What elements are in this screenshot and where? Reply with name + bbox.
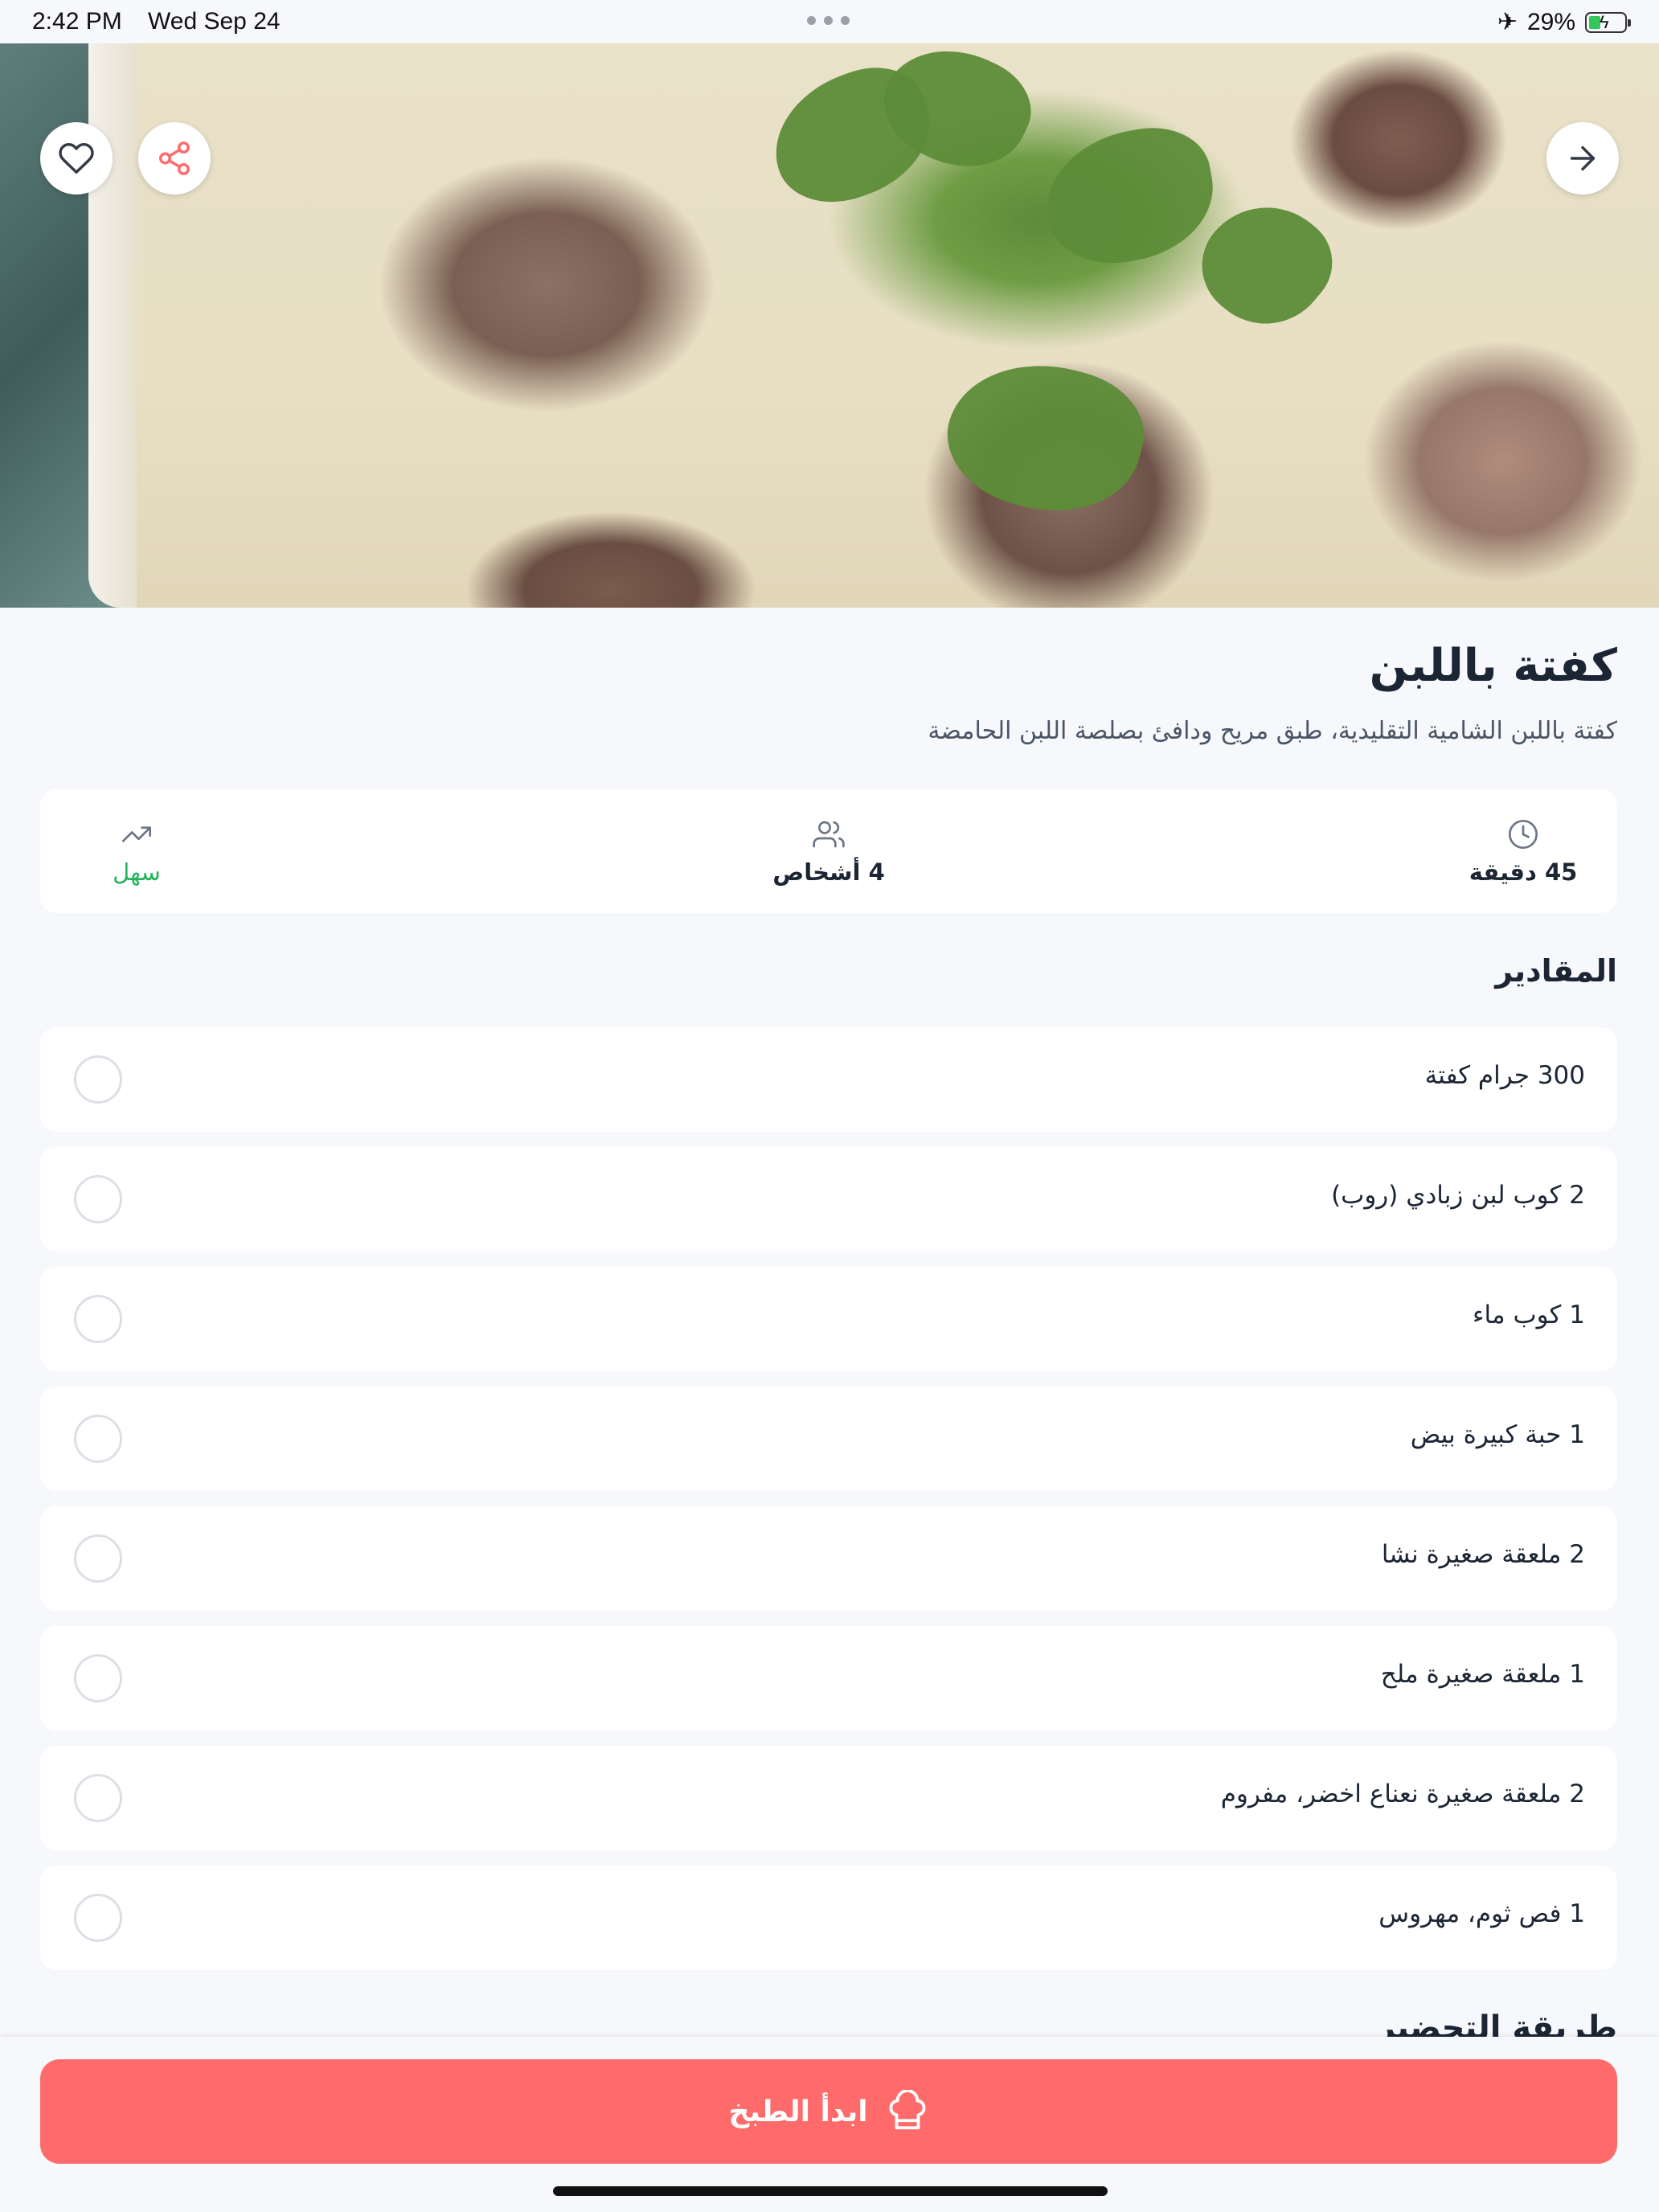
recipe-stats-card: سهل 4 أشخاص 45 دقيقة bbox=[40, 789, 1617, 913]
airplane-icon: ✈ bbox=[1497, 9, 1518, 35]
status-right: ✈ 29% ϟ bbox=[1497, 8, 1631, 36]
multitasking-dots-icon[interactable] bbox=[807, 16, 852, 26]
stat-servings: 4 أشخاص bbox=[708, 818, 949, 886]
ingredients-heading: المقادير bbox=[1495, 953, 1617, 989]
ingredient-text: 1 فص ثوم، مهروس bbox=[1378, 1899, 1585, 1928]
battery-percent: 29% bbox=[1526, 8, 1575, 35]
home-indicator[interactable] bbox=[553, 2186, 1108, 2196]
ingredient-item[interactable]: 300 جرام كفتة bbox=[40, 1027, 1617, 1132]
recipe-hero-image bbox=[0, 43, 1659, 608]
ingredient-checkbox[interactable] bbox=[74, 1295, 122, 1343]
ingredient-item[interactable]: 2 كوب لبن زبادي (روب) bbox=[40, 1147, 1617, 1251]
ingredient-text: 1 حبة كبيرة بيض bbox=[1410, 1420, 1585, 1449]
ingredient-item[interactable]: 1 ملعقة صغيرة ملح bbox=[40, 1626, 1617, 1731]
status-time: 2:42 PM bbox=[32, 8, 122, 35]
bottom-action-bar: ابدأ الطبخ bbox=[0, 2037, 1659, 2212]
ingredient-item[interactable]: 1 فص ثوم، مهروس bbox=[40, 1866, 1617, 1970]
ingredient-text: 300 جرام كفتة bbox=[1424, 1061, 1585, 1090]
ingredient-checkbox[interactable] bbox=[74, 1774, 122, 1822]
start-cooking-label: ابدأ الطبخ bbox=[728, 2095, 868, 2128]
forward-button[interactable] bbox=[1546, 122, 1619, 195]
ingredient-item[interactable]: 2 ملعقة صغيرة نشا bbox=[40, 1506, 1617, 1611]
stat-time-value: 45 دقيقة bbox=[1469, 858, 1578, 886]
battery-icon: ϟ bbox=[1585, 11, 1631, 33]
users-icon bbox=[813, 821, 845, 848]
stat-time: 45 دقيقة bbox=[1403, 818, 1644, 886]
ingredient-item[interactable]: 2 ملعقة صغيرة نعناع اخضر، مفروم bbox=[40, 1746, 1617, 1850]
recipe-description: كفتة باللبن الشامية التقليدية، طبق مريح … bbox=[928, 717, 1617, 745]
clock-icon bbox=[1509, 820, 1538, 849]
stat-difficulty: سهل bbox=[16, 818, 257, 886]
favorite-button[interactable] bbox=[40, 122, 113, 195]
ingredient-text: 2 ملعقة صغيرة نشا bbox=[1381, 1540, 1585, 1569]
ingredient-text: 2 كوب لبن زبادي (روب) bbox=[1331, 1181, 1585, 1210]
ingredient-checkbox[interactable] bbox=[74, 1894, 122, 1942]
status-bar: 2:42 PM Wed Sep 24 ✈ 29% ϟ bbox=[0, 0, 1659, 43]
chef-hat-icon bbox=[889, 2090, 926, 2130]
status-date: Wed Sep 24 bbox=[148, 8, 281, 35]
recipe-title: كفتة باللبن bbox=[1369, 640, 1617, 692]
heart-icon bbox=[59, 143, 94, 174]
ingredient-checkbox[interactable] bbox=[74, 1175, 122, 1223]
share-icon bbox=[159, 141, 190, 175]
ingredient-checkbox[interactable] bbox=[74, 1534, 122, 1583]
ingredients-list: 300 جرام كفتة 2 كوب لبن زبادي (روب) 1 كو… bbox=[40, 1027, 1617, 1985]
share-button[interactable] bbox=[138, 122, 211, 195]
stat-difficulty-value: سهل bbox=[113, 858, 161, 886]
start-cooking-button[interactable]: ابدأ الطبخ bbox=[40, 2059, 1617, 2164]
ingredient-item[interactable]: 1 حبة كبيرة بيض bbox=[40, 1387, 1617, 1491]
ingredient-checkbox[interactable] bbox=[74, 1055, 122, 1104]
ingredient-item[interactable]: 1 كوب ماء bbox=[40, 1267, 1617, 1371]
ingredient-text: 2 ملعقة صغيرة نعناع اخضر، مفروم bbox=[1220, 1780, 1585, 1809]
ingredient-checkbox[interactable] bbox=[74, 1415, 122, 1463]
ingredient-text: 1 ملعقة صغيرة ملح bbox=[1380, 1660, 1585, 1689]
arrow-right-icon bbox=[1570, 145, 1596, 171]
ingredient-text: 1 كوب ماء bbox=[1472, 1301, 1585, 1329]
stat-servings-value: 4 أشخاص bbox=[772, 858, 885, 886]
ingredient-checkbox[interactable] bbox=[74, 1654, 122, 1702]
trending-up-icon bbox=[122, 826, 152, 842]
